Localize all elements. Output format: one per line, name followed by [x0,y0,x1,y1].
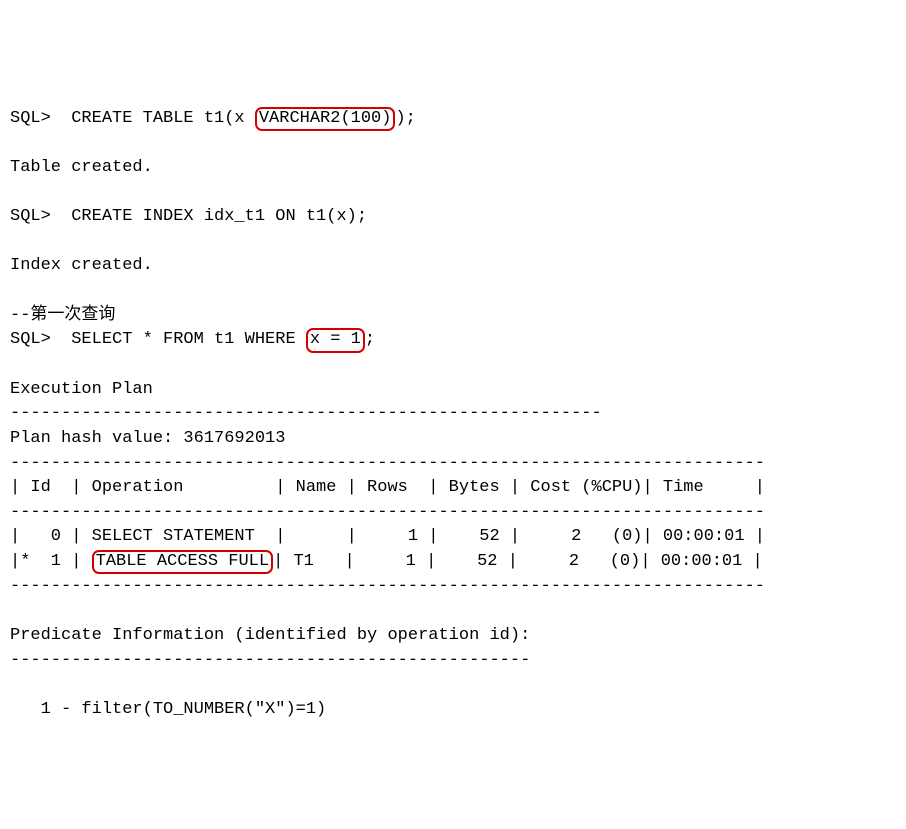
plan-border: ----------------------------------------… [10,454,765,473]
sql-create-table-suffix: ); [395,109,415,128]
sql-create-table-prefix: SQL> CREATE TABLE t1(x [10,109,255,128]
plan-border: ----------------------------------------… [10,503,765,522]
divider: ----------------------------------------… [10,651,530,670]
msg-index-created: Index created. [10,256,153,275]
sql-create-index: SQL> CREATE INDEX idx_t1 ON t1(x); [10,207,367,226]
sql-select-suffix: ; [365,330,375,349]
plan-border: ----------------------------------------… [10,577,765,596]
plan-header-row: | Id | Operation | Name | Rows | Bytes |… [10,478,765,497]
msg-table-created: Table created. [10,158,153,177]
sql-select-prefix: SQL> SELECT * FROM t1 WHERE [10,330,306,349]
highlight-where-x-eq-1: x = 1 [306,328,365,352]
divider: ----------------------------------------… [10,404,602,423]
plan-row-1-prefix: |* 1 | [10,552,92,571]
predicate-heading: Predicate Information (identified by ope… [10,626,530,645]
predicate-filter-line: 1 - filter(TO_NUMBER("X")=1) [10,700,326,719]
highlight-varchar2: VARCHAR2(100) [255,107,396,131]
comment-first-query: --第一次查询 [10,306,115,325]
plan-row-0: | 0 | SELECT STATEMENT | | 1 | 52 | 2 (0… [10,527,765,546]
highlight-table-access-full: TABLE ACCESS FULL [92,550,273,574]
plan-hash-value: Plan hash value: 3617692013 [10,429,285,448]
plan-row-1-suffix: | T1 | 1 | 52 | 2 (0)| 00:00:01 | [273,552,763,571]
heading-execution-plan: Execution Plan [10,380,153,399]
